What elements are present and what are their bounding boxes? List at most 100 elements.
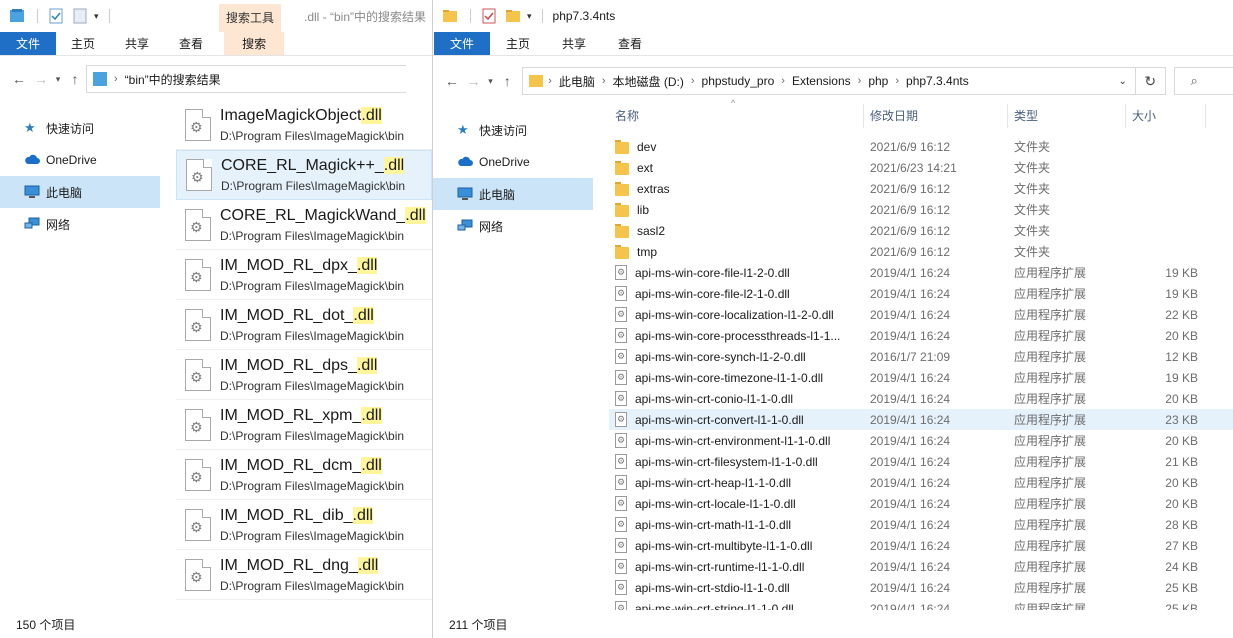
refresh-button[interactable]: ↻: [1135, 67, 1166, 95]
tab-view[interactable]: 查看: [602, 32, 658, 55]
breadcrumb-php[interactable]: php: [864, 74, 892, 88]
up-arrow-icon[interactable]: ↑: [64, 71, 86, 87]
breadcrumb-local-disk[interactable]: 本地磁盘 (D:): [609, 73, 688, 90]
folder-row[interactable]: lib 2021/6/9 16:12 文件夹: [609, 199, 1233, 220]
search-result-item[interactable]: ImageMagickObject.dllD:\Program Files\Im…: [176, 100, 432, 150]
up-arrow-icon[interactable]: ↑: [496, 73, 518, 89]
nav-network[interactable]: 网络: [433, 210, 593, 242]
search-result-item[interactable]: CORE_RL_MagickWand_.dllD:\Program Files\…: [176, 200, 432, 250]
file-row[interactable]: api-ms-win-crt-environment-l1-1-0.dll 201…: [609, 430, 1233, 451]
nav-onedrive[interactable]: OneDrive: [0, 144, 160, 176]
search-box[interactable]: ⌕: [1173, 67, 1233, 95]
cell-size: 20 KB: [1165, 433, 1198, 448]
cell-date: 2019/4/1 16:24: [870, 286, 951, 301]
breadcrumb-separator-icon[interactable]: ›: [599, 75, 609, 87]
cell-date: 2021/6/9 16:12: [870, 223, 951, 238]
search-result-item[interactable]: IM_MOD_RL_dpx_.dllD:\Program Files\Image…: [176, 250, 432, 300]
forward-arrow-icon[interactable]: →: [30, 71, 52, 87]
tab-file[interactable]: 文件: [434, 32, 491, 55]
cell-size: 22 KB: [1165, 307, 1198, 322]
search-result-item[interactable]: IM_MOD_RL_dps_.dllD:\Program Files\Image…: [176, 350, 432, 400]
cell-type: 文件夹: [1014, 182, 1051, 196]
back-arrow-icon[interactable]: ←: [441, 73, 463, 89]
new-folder-icon[interactable]: [505, 8, 521, 24]
nav-quick-access[interactable]: ★ 快速访问: [433, 114, 593, 146]
tab-home[interactable]: 主页: [490, 32, 546, 55]
properties-icon[interactable]: [481, 8, 497, 24]
nav-this-pc[interactable]: 此电脑: [433, 178, 593, 210]
file-row[interactable]: api-ms-win-crt-locale-l1-1-0.dll 2019/4/1…: [609, 493, 1233, 514]
file-row[interactable]: api-ms-win-crt-multibyte-l1-1-0.dll 2019/…: [609, 535, 1233, 556]
address-bar[interactable]: › “bin”中的搜索结果: [86, 65, 406, 93]
file-row[interactable]: api-ms-win-core-processthreads-l1-1... 20…: [609, 325, 1233, 346]
file-row[interactable]: api-ms-win-crt-convert-l1-1-0.dll 2019/4/…: [609, 409, 1233, 430]
column-date-modified[interactable]: 修改日期: [864, 104, 1008, 128]
result-filename: ImageMagickObject.dll: [220, 105, 404, 127]
search-result-item[interactable]: IM_MOD_RL_dot_.dllD:\Program Files\Image…: [176, 300, 432, 350]
folder-row[interactable]: dev 2021/6/9 16:12 文件夹: [609, 136, 1233, 157]
breadcrumb-extensions[interactable]: Extensions: [788, 74, 855, 88]
column-size[interactable]: 大小: [1126, 104, 1206, 128]
item-count: 211 个项目: [449, 617, 508, 632]
file-name: lib: [637, 202, 650, 217]
file-row[interactable]: api-ms-win-crt-runtime-l1-1-0.dll 2019/4/…: [609, 556, 1233, 577]
column-name[interactable]: 名称: [609, 104, 864, 128]
file-row[interactable]: api-ms-win-core-timezone-l1-1-0.dll 2019/…: [609, 367, 1233, 388]
cell-type: 应用程序扩展: [1014, 581, 1087, 595]
folder-row[interactable]: tmp 2021/6/9 16:12 文件夹: [609, 241, 1233, 262]
back-arrow-icon[interactable]: ←: [8, 71, 30, 87]
right-status-bar: 211 个项目: [433, 610, 1233, 638]
search-result-item[interactable]: IM_MOD_RL_dcm_.dllD:\Program Files\Image…: [176, 450, 432, 500]
result-filename: IM_MOD_RL_dib_.dll: [220, 505, 404, 527]
quick-access-dropdown-icon[interactable]: ▾: [94, 11, 99, 22]
breadcrumb-search-results[interactable]: “bin”中的搜索结果: [121, 71, 225, 88]
search-result-item[interactable]: IM_MOD_RL_dib_.dllD:\Program Files\Image…: [176, 500, 432, 550]
nav-quick-access[interactable]: ★ 快速访问: [0, 112, 160, 144]
tab-file[interactable]: 文件: [0, 32, 57, 55]
breadcrumb-separator-icon[interactable]: ›: [778, 75, 788, 87]
tab-home[interactable]: 主页: [56, 32, 110, 55]
search-result-item[interactable]: IM_MOD_RL_xpm_.dllD:\Program Files\Image…: [176, 400, 432, 450]
breadcrumb-separator-icon[interactable]: ›: [892, 75, 902, 87]
folder-app-icon[interactable]: [442, 8, 458, 24]
recent-dropdown-icon[interactable]: ▾: [52, 74, 64, 85]
nav-network[interactable]: 网络: [0, 208, 160, 240]
folder-row[interactable]: sasl2 2021/6/9 16:12 文件夹: [609, 220, 1233, 241]
properties-icon[interactable]: [48, 8, 64, 24]
file-row[interactable]: api-ms-win-core-file-l2-1-0.dll 2019/4/1 …: [609, 283, 1233, 304]
file-row[interactable]: api-ms-win-crt-filesystem-l1-1-0.dll 2019…: [609, 451, 1233, 472]
breadcrumb-separator-icon[interactable]: ›: [111, 73, 121, 85]
breadcrumb-phpstudy[interactable]: phpstudy_pro: [698, 74, 779, 88]
nav-onedrive[interactable]: OneDrive: [433, 146, 593, 178]
breadcrumb-separator-icon[interactable]: ›: [688, 75, 698, 87]
recent-dropdown-icon[interactable]: ▾: [485, 76, 497, 87]
folder-row[interactable]: extras 2021/6/9 16:12 文件夹: [609, 178, 1233, 199]
address-dropdown-icon[interactable]: ⌄: [1118, 76, 1126, 87]
file-row[interactable]: api-ms-win-crt-stdio-l1-1-0.dll 2019/4/1 …: [609, 577, 1233, 598]
file-row[interactable]: api-ms-win-crt-heap-l1-1-0.dll 2019/4/1 1…: [609, 472, 1233, 493]
file-row[interactable]: api-ms-win-crt-math-l1-1-0.dll 2019/4/1 1…: [609, 514, 1233, 535]
breadcrumb-php734nts[interactable]: php7.3.4nts: [902, 74, 973, 88]
tab-search[interactable]: 搜索: [224, 32, 285, 55]
file-row[interactable]: api-ms-win-core-localization-l1-2-0.dll 2…: [609, 304, 1233, 325]
tab-view[interactable]: 查看: [164, 32, 218, 55]
file-row[interactable]: api-ms-win-core-file-l1-2-0.dll 2019/4/1 …: [609, 262, 1233, 283]
new-folder-icon[interactable]: [72, 8, 88, 24]
explorer-app-icon[interactable]: [9, 8, 25, 24]
quick-access-dropdown-icon[interactable]: ▾: [527, 11, 532, 22]
search-result-item[interactable]: IM_MOD_RL_dng_.dllD:\Program Files\Image…: [176, 550, 432, 600]
address-bar[interactable]: › 此电脑 › 本地磁盘 (D:) › phpstudy_pro › Exten…: [522, 67, 1136, 95]
file-row[interactable]: api-ms-win-core-synch-l1-2-0.dll 2016/1/7…: [609, 346, 1233, 367]
breadcrumb-this-pc[interactable]: 此电脑: [555, 73, 599, 90]
file-row[interactable]: api-ms-win-crt-conio-l1-1-0.dll 2019/4/1 …: [609, 388, 1233, 409]
search-result-item[interactable]: CORE_RL_Magick++_.dll D:\Program Files\Im…: [176, 150, 432, 200]
tab-share[interactable]: 共享: [110, 32, 164, 55]
forward-arrow-icon[interactable]: →: [463, 73, 485, 89]
nav-this-pc[interactable]: 此电脑: [0, 176, 160, 208]
breadcrumb-separator-icon[interactable]: ›: [545, 75, 555, 87]
breadcrumb-separator-icon[interactable]: ›: [855, 75, 865, 87]
cell-size: 12 KB: [1165, 349, 1198, 364]
column-type[interactable]: 类型: [1008, 104, 1126, 128]
tab-share[interactable]: 共享: [546, 32, 602, 55]
folder-row[interactable]: ext 2021/6/23 14:21 文件夹: [609, 157, 1233, 178]
